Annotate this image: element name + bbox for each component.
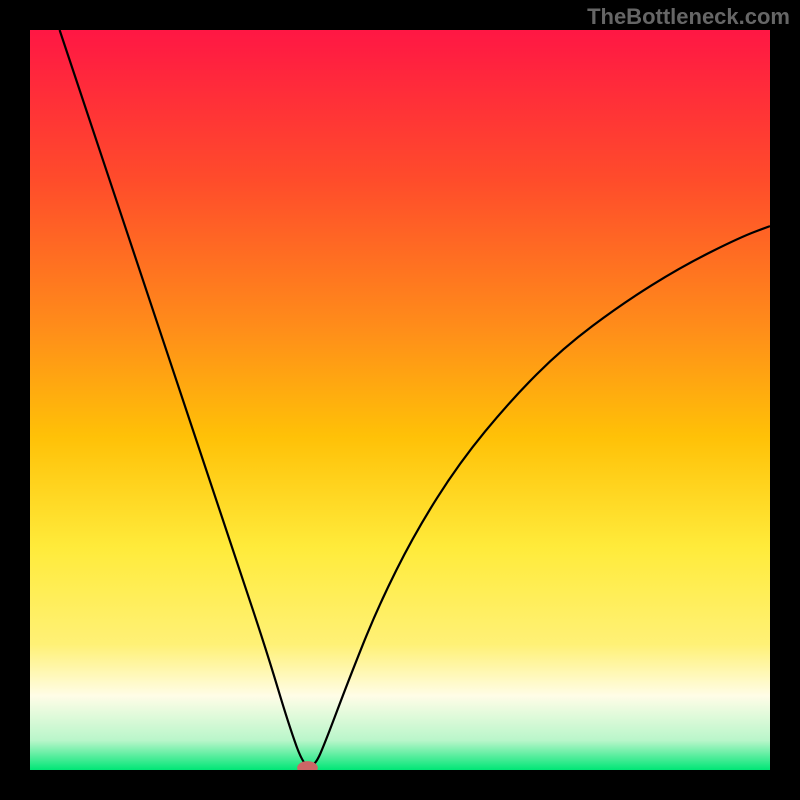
chart-frame: TheBottleneck.com [0,0,800,800]
chart-svg [30,30,770,770]
plot-area [30,30,770,770]
gradient-background [30,30,770,770]
watermark-text: TheBottleneck.com [587,4,790,30]
